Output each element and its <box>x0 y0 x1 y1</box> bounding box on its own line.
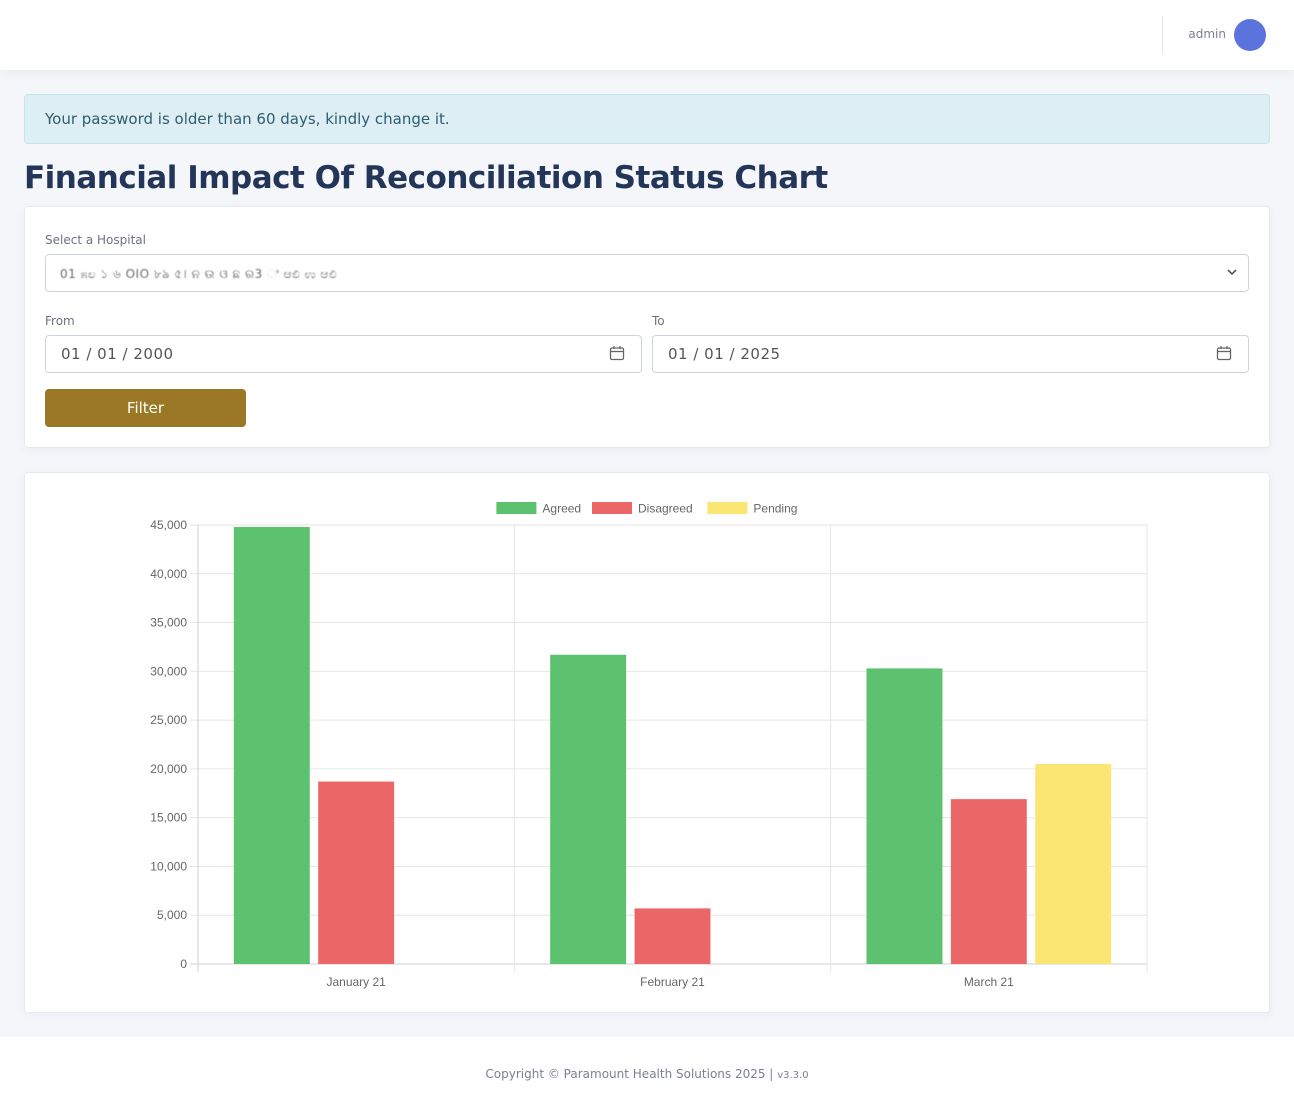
calendar-icon[interactable] <box>1216 345 1232 361</box>
bar-agreed <box>233 526 310 964</box>
bar-agreed <box>866 668 943 964</box>
user-name[interactable]: admin <box>1150 27 1226 41</box>
x-tick-label: February 21 <box>640 975 705 989</box>
copyright-text: Copyright © Paramount Health Solutions 2… <box>485 1067 774 1081</box>
legend-swatch-agreed <box>496 502 537 514</box>
x-tick-label: January 21 <box>326 975 386 989</box>
from-date-value: 01 / 01 / 2000 <box>61 345 174 363</box>
y-tick-label: 30,000 <box>150 664 187 678</box>
bar-disagreed <box>634 908 711 964</box>
y-tick-label: 35,000 <box>150 616 187 630</box>
footer: Copyright © Paramount Health Solutions 2… <box>0 1037 1294 1113</box>
y-tick-label: 15,000 <box>150 811 187 825</box>
bar-disagreed <box>318 781 395 964</box>
top-navbar: admin <box>0 0 1294 70</box>
calendar-icon[interactable] <box>609 345 625 361</box>
y-tick-label: 20,000 <box>150 762 187 776</box>
legend-label-disagreed: Disagreed <box>638 502 693 516</box>
chevron-down-icon <box>1227 269 1237 276</box>
y-tick-label: 25,000 <box>150 713 187 727</box>
from-date-input[interactable]: 01 / 01 / 2000 <box>45 335 642 373</box>
bar-pending <box>1035 764 1112 964</box>
password-alert: Your password is older than 60 days, kin… <box>24 94 1270 144</box>
hospital-select[interactable]: 01 ೫ಲ ১ ৬ OIO ৮ঌ ৫। ନ ଉ ଓ ଛ ର3 ಿ ಆಲಿ ಉ ಆ… <box>45 254 1249 292</box>
bar-chart: 0 5,000 10,000 15,000 20,000 25,000 30,000 35,0… <box>150 502 1148 989</box>
filter-card: Select a Hospital 01 ೫ಲ ১ ৬ OIO ৮ঌ ৫। ନ … <box>24 206 1270 448</box>
filter-button[interactable]: Filter <box>45 389 246 427</box>
hospital-select-value: 01 ೫ಲ ১ ৬ OIO ৮ঌ ৫। ନ ଉ ଓ ଛ ର3 ಿ ಆಲಿ ಉ ಆ… <box>60 267 337 281</box>
y-tick-label: 5,000 <box>157 908 187 922</box>
footer-copyright: Copyright © Paramount Health Solutions 2… <box>0 1067 1294 1081</box>
bar-disagreed <box>950 799 1027 964</box>
y-tick-label: 45,000 <box>150 518 187 532</box>
chart-card: 0 5,000 10,000 15,000 20,000 25,000 30,000 35,0… <box>24 472 1270 1013</box>
legend-swatch-disagreed <box>592 502 632 514</box>
x-tick-label: March 21 <box>964 975 1014 989</box>
y-tick-label: 10,000 <box>150 859 187 873</box>
hospital-label: Select a Hospital <box>45 233 146 247</box>
y-tick-label: 40,000 <box>150 567 187 581</box>
avatar[interactable] <box>1234 19 1266 51</box>
version-text: v3.3.0 <box>777 1070 809 1081</box>
y-tick-label: 0 <box>180 957 187 971</box>
bar-agreed <box>550 654 627 964</box>
legend-swatch-pending <box>707 502 748 514</box>
to-label: To <box>652 314 665 328</box>
legend-label-agreed: Agreed <box>542 502 581 516</box>
legend-label-pending: Pending <box>753 502 797 516</box>
from-label: From <box>45 314 75 328</box>
page-title: Financial Impact Of Reconciliation Statu… <box>24 160 828 196</box>
to-date-value: 01 / 01 / 2025 <box>668 345 781 363</box>
to-date-input[interactable]: 01 / 01 / 2025 <box>652 335 1249 373</box>
